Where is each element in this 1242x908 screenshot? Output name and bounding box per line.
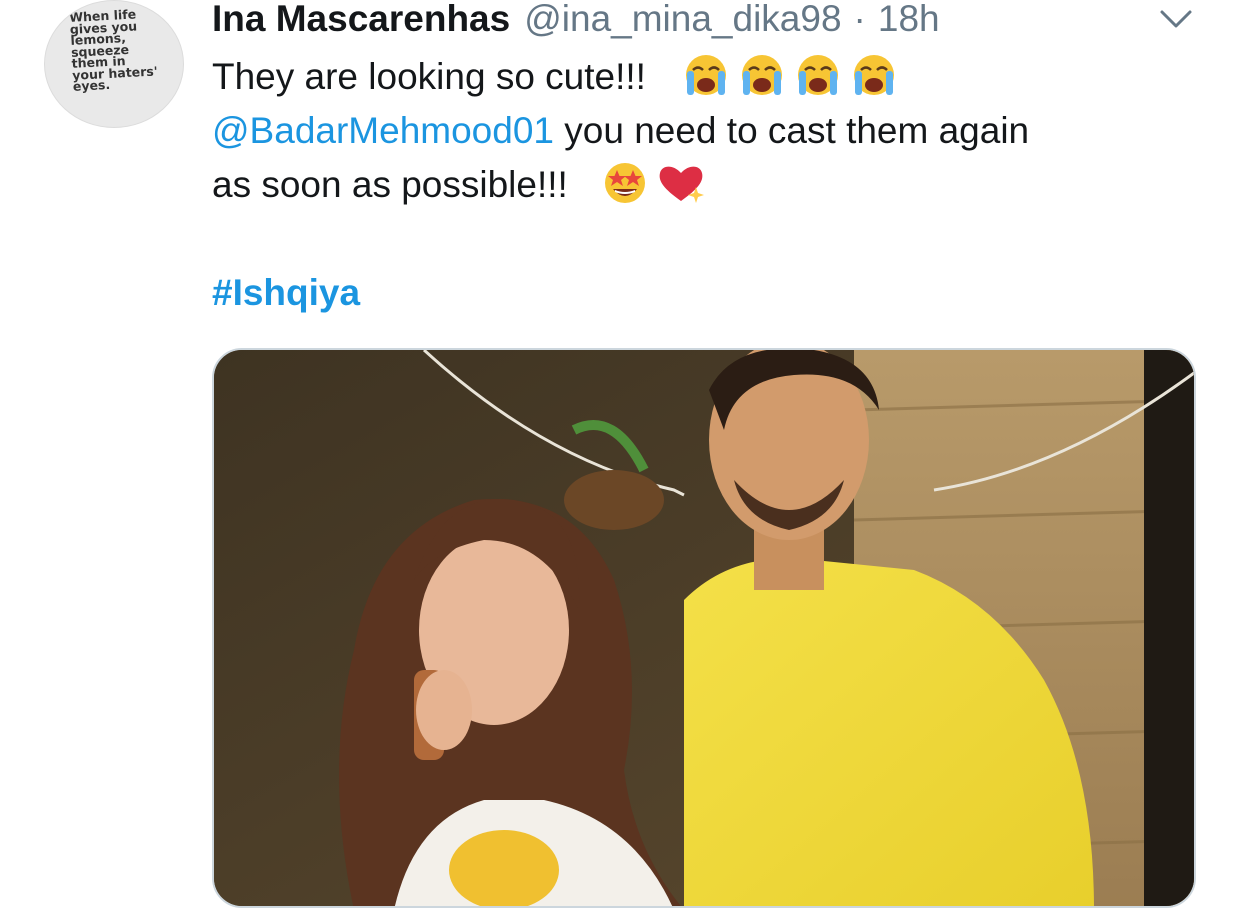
avatar[interactable]: When life gives you lemons, squeeze them…: [44, 0, 184, 128]
avatar-text: When life gives you lemons, squeeze them…: [68, 6, 158, 94]
tweet-text-segment: as soon as possible!!!: [212, 164, 568, 205]
display-name[interactable]: Ina Mascarenhas: [212, 0, 510, 44]
tweet-text-segment: you need to cast them again: [553, 110, 1030, 151]
tweet-text-segment: They are looking so cute!!!: [212, 56, 646, 97]
loudly-crying-face-icon: [735, 53, 789, 97]
tweet-text: They are looking so cute!!! @BadarMehmoo…: [212, 50, 1202, 212]
tweet-header: Ina Mascarenhas @ina_mina_dika98 · 18h: [212, 0, 940, 44]
chevron-down-icon[interactable]: [1156, 4, 1196, 34]
loudly-crying-face-icon: [791, 53, 845, 97]
sparkling-heart-icon: [654, 161, 708, 205]
hashtag-link[interactable]: #Ishqiya: [212, 266, 360, 320]
star-struck-icon: [598, 161, 652, 205]
tweet-photo[interactable]: [212, 348, 1196, 908]
tweet-text-line-2: @BadarMehmood01 you need to cast them ag…: [212, 104, 1202, 158]
tweet-text-line-1: They are looking so cute!!!: [212, 50, 1202, 104]
tweet[interactable]: When life gives you lemons, squeeze them…: [0, 0, 1242, 908]
user-handle[interactable]: @ina_mina_dika98: [524, 0, 841, 44]
timestamp[interactable]: 18h: [878, 0, 940, 44]
loudly-crying-face-icon: [679, 53, 733, 97]
tweet-text-line-3: as soon as possible!!!: [212, 158, 1202, 212]
separator-dot: ·: [853, 0, 866, 39]
photo-illustration: [214, 350, 1194, 906]
mention-link[interactable]: @BadarMehmood01: [212, 110, 554, 151]
loudly-crying-face-icon: [847, 53, 901, 97]
